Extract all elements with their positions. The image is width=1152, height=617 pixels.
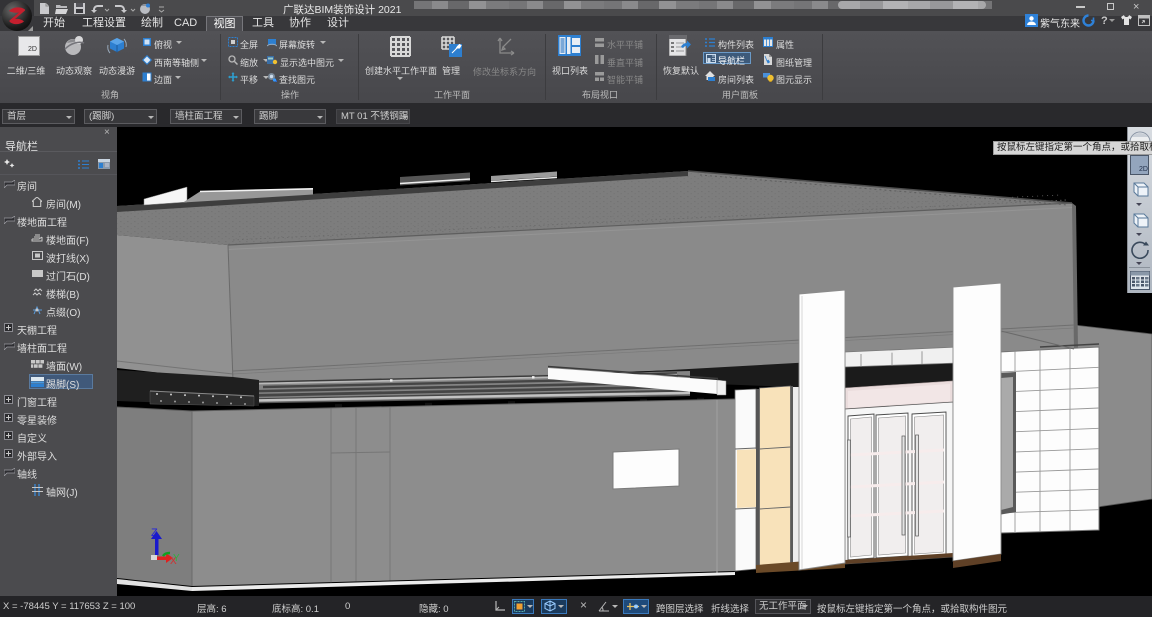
svg-text:Y: Y (173, 553, 180, 564)
